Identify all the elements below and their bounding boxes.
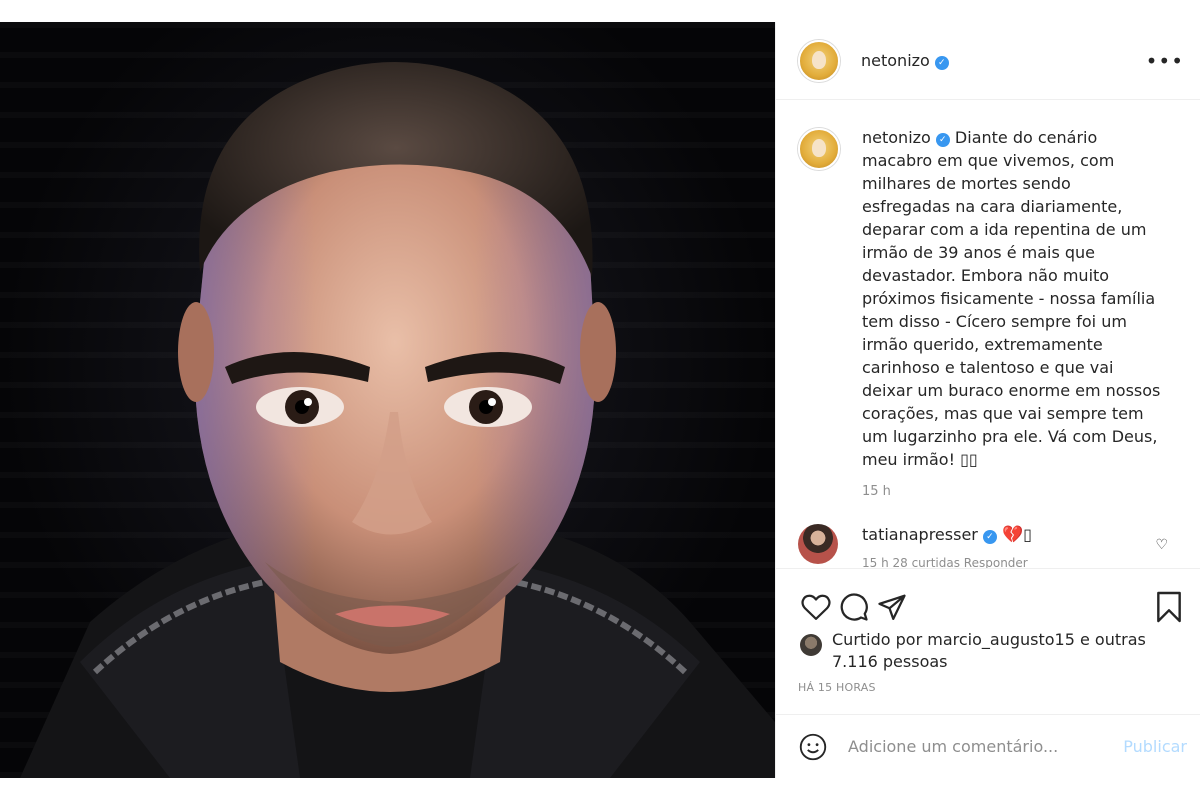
- verified-badge-icon: ✓: [982, 530, 997, 544]
- paper-plane-icon[interactable]: [874, 589, 910, 625]
- verified-badge-icon: ✓: [934, 56, 949, 70]
- liker-avatar[interactable]: [800, 634, 822, 656]
- post-photo[interactable]: [0, 22, 775, 778]
- author-avatar[interactable]: [798, 39, 840, 82]
- comments-list[interactable]: netonizo ✓ Diante do cenário macabro em q…: [776, 100, 1200, 568]
- caption-timestamp[interactable]: 15 h: [862, 484, 1162, 499]
- post-actions: Curtido por marcio_augusto15 e outras 7.…: [776, 568, 1200, 708]
- action-icons-row: [776, 569, 1200, 627]
- likes-text[interactable]: Curtido por marcio_augusto15 e outras 7.…: [832, 629, 1185, 673]
- commenter-username[interactable]: tatianapresser: [862, 525, 978, 544]
- heart-outline-icon[interactable]: [798, 589, 834, 625]
- commenter-avatar[interactable]: [798, 524, 838, 564]
- caption-text: netonizo ✓ Diante do cenário macabro em q…: [862, 126, 1162, 471]
- post-header: netonizo ✓ •••: [776, 22, 1200, 100]
- comment-line: tatianapresser ✓ 💔▯: [862, 524, 1032, 546]
- comment-body: tatianapresser ✓ 💔▯ 15 h 28 curtidas Resp…: [862, 524, 1032, 568]
- author-username-text[interactable]: netonizo: [861, 51, 930, 70]
- author-username[interactable]: netonizo ✓: [861, 51, 949, 70]
- post-side-panel: netonizo ✓ ••• netonizo ✓ Diante do cenári…: [775, 22, 1200, 778]
- instagram-post: netonizo ✓ ••• netonizo ✓ Diante do cenári…: [0, 22, 1200, 778]
- broken-heart-emoji: 💔: [1001, 525, 1024, 545]
- likes-summary: Curtido por marcio_augusto15 e outras 7.…: [776, 627, 1200, 673]
- comment-meta[interactable]: 15 h 28 curtidas Responder: [862, 556, 1032, 568]
- comment-input[interactable]: [848, 737, 1098, 756]
- publish-button[interactable]: Publicar: [1123, 737, 1187, 756]
- portrait-illustration: [20, 62, 775, 778]
- comment-bubble-icon[interactable]: [836, 589, 872, 625]
- caption-body: netonizo ✓ Diante do cenário macabro em q…: [862, 126, 1162, 499]
- caption-username[interactable]: netonizo: [862, 128, 931, 147]
- more-options-button[interactable]: •••: [1146, 51, 1184, 71]
- caption-author-avatar[interactable]: [798, 128, 840, 170]
- add-comment-bar: Publicar: [776, 714, 1200, 778]
- comment-item: tatianapresser ✓ 💔▯ 15 h 28 curtidas Resp…: [776, 499, 1200, 568]
- verified-badge-icon: ✓: [935, 133, 950, 147]
- caption-content: Diante do cenário macabro em que vivemos…: [862, 128, 1166, 469]
- comment-trailing-glyph: ▯: [1023, 525, 1032, 544]
- comment-like-heart-icon[interactable]: ♡: [1155, 537, 1168, 553]
- post-date[interactable]: HÁ 15 HORAS: [776, 673, 1200, 694]
- smiley-icon[interactable]: [798, 732, 828, 762]
- bookmark-icon[interactable]: [1151, 589, 1187, 625]
- caption: netonizo ✓ Diante do cenário macabro em q…: [776, 100, 1200, 499]
